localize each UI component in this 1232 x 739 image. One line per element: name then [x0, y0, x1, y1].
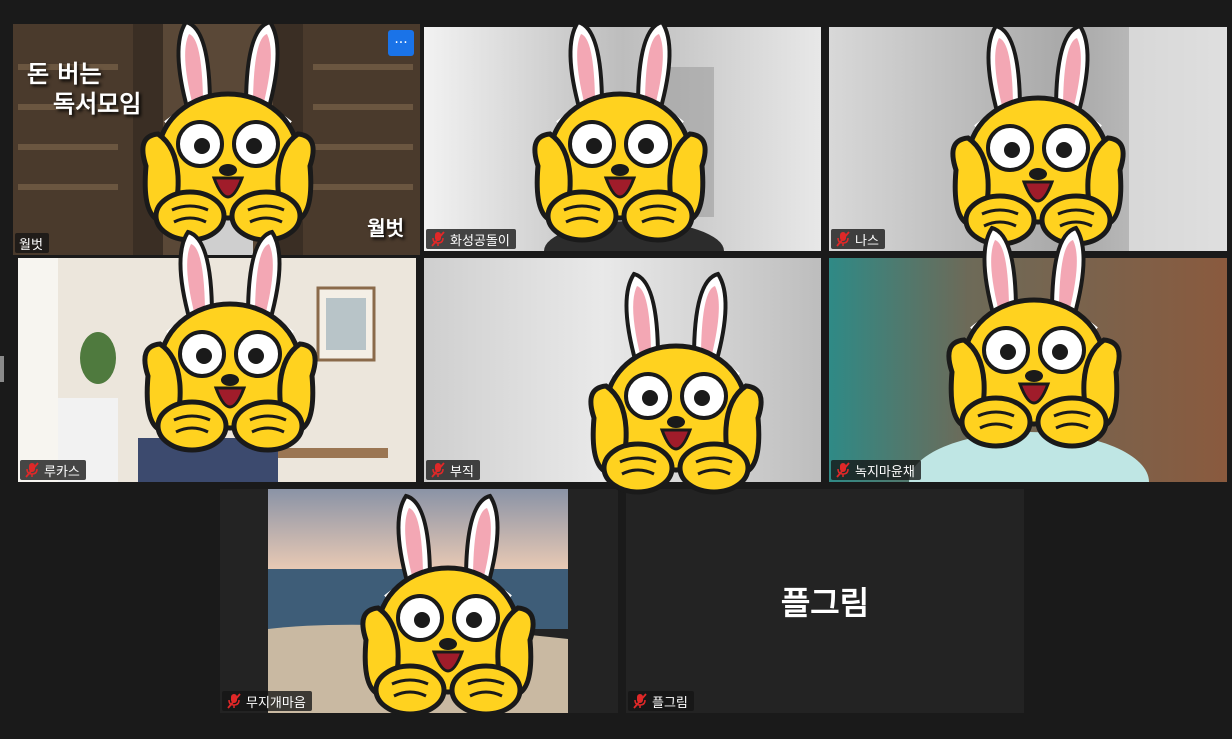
participant-name: 무지개마음: [246, 695, 306, 711]
rabbit-sticker-icon: [934, 222, 1134, 462]
participant-name: 부직: [450, 464, 474, 480]
mic-muted-icon: [24, 462, 40, 478]
participant-name-tag: 무지개마음: [222, 691, 312, 711]
mic-muted-icon: [226, 693, 242, 709]
participant-name: 루카스: [44, 464, 80, 480]
participant-name: 녹지마윤채: [855, 464, 915, 480]
participant-name: 화성공돌이: [450, 233, 510, 249]
rabbit-sticker-icon: [348, 490, 548, 730]
mic-muted-icon: [430, 231, 446, 247]
panel-resize-handle[interactable]: [0, 356, 4, 382]
participant-name-tag: 녹지마윤채: [831, 460, 921, 480]
participant-name-tag: 월벗: [15, 233, 49, 253]
mic-muted-icon: [430, 462, 446, 478]
rabbit-sticker-icon: [128, 16, 328, 256]
rabbit-sticker-icon: [576, 268, 776, 508]
participant-name: 플그림: [652, 695, 688, 711]
video-tile-peulgeurim[interactable]: 플그림 플그림: [626, 489, 1024, 713]
participant-name-tag: 부직: [426, 460, 480, 480]
mic-muted-icon: [835, 231, 851, 247]
banner-corner-text: 월벗: [367, 216, 404, 240]
more-options-button[interactable]: ···: [388, 30, 414, 56]
rabbit-sticker-icon: [130, 226, 330, 466]
participant-display-name: 플그림: [780, 584, 870, 622]
participant-name: 나스: [855, 233, 879, 249]
participant-name: 월벗: [19, 237, 43, 253]
participant-name-tag: 루카스: [20, 460, 86, 480]
rabbit-sticker-icon: [520, 16, 720, 256]
mic-muted-icon: [632, 693, 648, 709]
participant-name-tag: 나스: [831, 229, 885, 249]
participant-name-tag: 화성공돌이: [426, 229, 516, 249]
mic-muted-icon: [835, 462, 851, 478]
participant-name-tag: 플그림: [628, 691, 694, 711]
